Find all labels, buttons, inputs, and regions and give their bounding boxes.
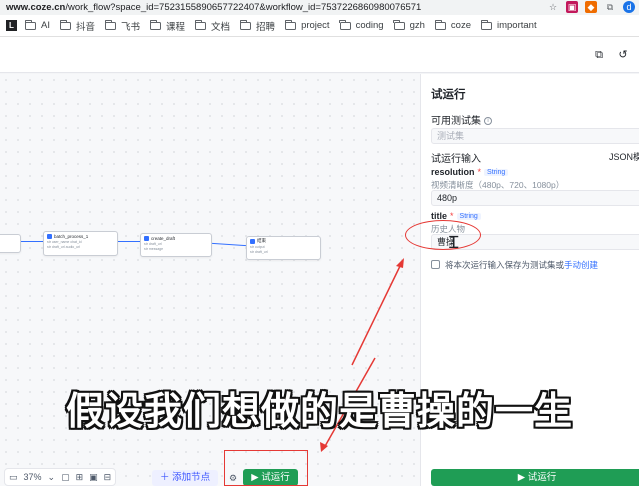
field-resolution-label: resolution * String	[431, 167, 509, 177]
chevron-down-icon[interactable]: ⌄	[48, 472, 56, 483]
input-section-label: 试运行输入	[431, 154, 481, 165]
folder-icon	[339, 19, 351, 30]
bookmark-folder[interactable]: 招聘	[239, 19, 275, 33]
folder-icon	[149, 19, 162, 30]
resolution-input[interactable]: 480p	[431, 190, 639, 206]
extension-icon[interactable]: ▣	[566, 1, 578, 13]
annotation-circle	[405, 220, 481, 250]
folder-icon	[480, 19, 492, 30]
url-text[interactable]: www.coze.cn/work_flow?space_id=752315589…	[6, 2, 496, 13]
workflow-node-batch[interactable]: batch_process_1 str user_name chat_id st…	[43, 231, 118, 256]
add-node-button[interactable]: ＋ 添加节点	[152, 470, 219, 486]
type-tag: String	[484, 168, 509, 176]
folder-icon	[284, 19, 297, 30]
workflow-node-create-draft[interactable]: create_draft str draft_url str message	[140, 233, 212, 257]
bookmark-folder[interactable]: 课程	[149, 19, 185, 33]
folder-icon	[24, 19, 36, 30]
avatar[interactable]: d	[623, 1, 635, 13]
copy-icon[interactable]: ⧉	[593, 49, 605, 61]
address-bar[interactable]: www.coze.cn/work_flow?space_id=752315589…	[0, 0, 639, 15]
bookmark-folder[interactable]: important	[480, 19, 537, 31]
comment-icon[interactable]: ▢	[61, 472, 70, 483]
bookmark-folder[interactable]: 文档	[194, 19, 230, 33]
save-testset-label: 将本次运行输入保存为测试集或手动创建	[445, 260, 599, 270]
json-mode-toggle[interactable]: JSON模式	[609, 150, 639, 163]
testset-label: 可用测试集 i	[431, 112, 492, 127]
folder-icon	[393, 19, 405, 30]
node-edge	[21, 241, 43, 242]
bookmarks-bar: L AI 抖音 飞书 课程 文档 招聘 project coding gzh c…	[0, 15, 639, 37]
folder-icon	[194, 19, 207, 30]
video-caption: 假设我们想做的是曹操的一生	[65, 389, 573, 433]
panel-run-button[interactable]: ▶ 试运行	[431, 469, 639, 486]
bookmark-folder[interactable]: coze	[434, 19, 471, 31]
testset-select[interactable]: 测试集	[431, 128, 639, 144]
zoom-level[interactable]: 37%	[24, 472, 42, 482]
node-edge	[118, 241, 140, 242]
info-icon[interactable]: i	[484, 117, 492, 126]
url-path: /work_flow?space_id=7523155890657722407&…	[65, 2, 422, 13]
layout-icon[interactable]: ▭	[9, 472, 18, 483]
folder-icon	[239, 19, 252, 30]
workflow-toolbar: ⧉ ↺	[0, 37, 639, 73]
bookmark-folder[interactable]: AI	[24, 19, 50, 31]
save-testset-checkbox[interactable]	[431, 260, 440, 269]
node-type-icon	[47, 233, 52, 239]
bookmark-folder[interactable]: 飞书	[104, 19, 140, 33]
node-type-icon	[250, 238, 255, 244]
bookmark-folder[interactable]: coding	[339, 19, 384, 31]
panel-title: 试运行	[431, 89, 466, 101]
text-cursor-icon: Ɪ	[449, 233, 459, 253]
grid-icon[interactable]: ⊞	[76, 472, 84, 483]
bookmark-logo-icon[interactable]: L	[6, 20, 17, 31]
node-title: create_draft	[151, 235, 176, 241]
star-icon[interactable]: ☆	[547, 1, 559, 13]
node-edge	[212, 242, 246, 247]
node-type-icon	[144, 235, 149, 241]
layout-grid-icon[interactable]: ⊟	[104, 472, 112, 483]
extension-icon[interactable]: ◆	[585, 1, 597, 13]
workflow-node-end[interactable]: 结束 str output str draft_url	[246, 236, 321, 260]
url-host: www.coze.cn	[6, 2, 66, 13]
annotation-box	[224, 450, 308, 486]
node-title: 结束	[257, 238, 266, 243]
type-tag: String	[456, 212, 481, 220]
canvas-bottom-toolbar: ▭ 37% ⌄ ▢ ⊞ ▣ ⊟	[4, 468, 117, 486]
folder-icon	[434, 19, 446, 30]
bookmark-folder[interactable]: project	[284, 19, 330, 31]
node-title: batch_process_1	[54, 233, 89, 239]
puzzle-icon[interactable]: ⧉	[604, 1, 616, 13]
history-icon[interactable]: ↺	[617, 49, 629, 61]
bookmark-folder[interactable]: 抖音	[59, 19, 95, 33]
folder-icon	[59, 19, 71, 30]
workflow-node[interactable]	[0, 234, 21, 253]
image-icon[interactable]: ▣	[89, 472, 98, 483]
bookmark-folder[interactable]: gzh	[393, 19, 425, 31]
folder-icon	[104, 19, 116, 30]
manual-create-link[interactable]: 手动创建	[564, 260, 598, 270]
